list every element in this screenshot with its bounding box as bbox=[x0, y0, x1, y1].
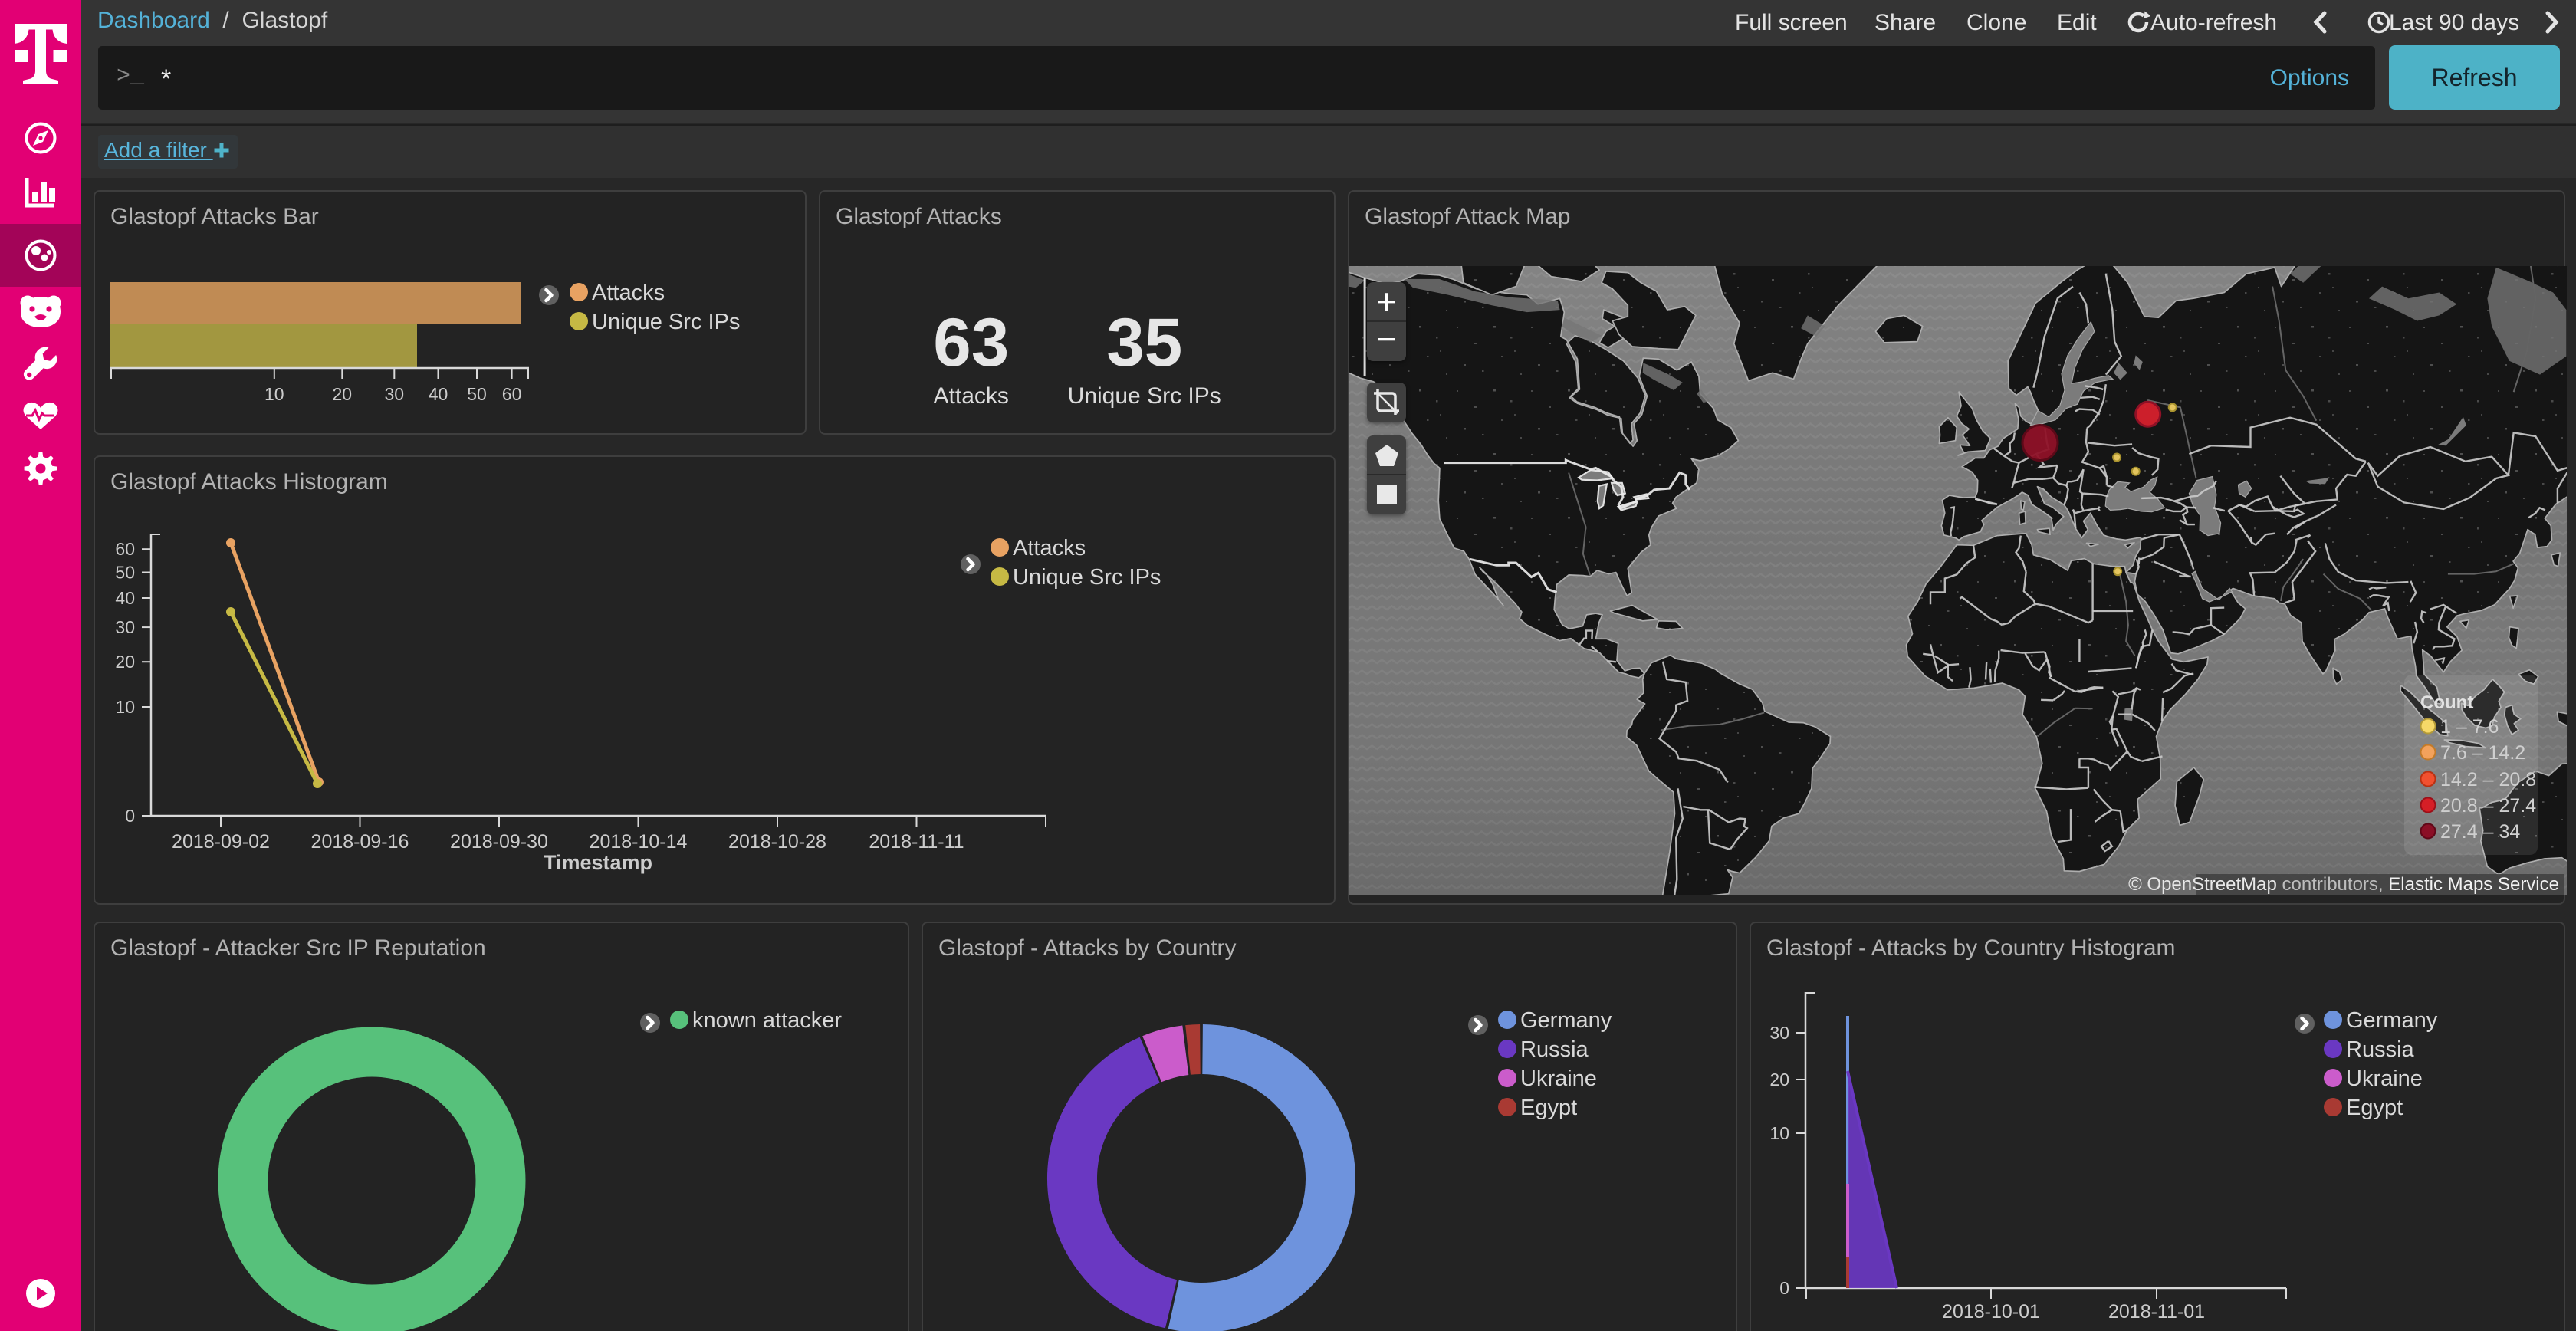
svg-text:27.4 – 34: 27.4 – 34 bbox=[2440, 821, 2520, 843]
svg-text:© OpenStreetMap contributors,: © OpenStreetMap contributors, Elastic Ma… bbox=[2128, 874, 2559, 895]
svg-text:Germany: Germany bbox=[1520, 1008, 1612, 1033]
svg-text:10: 10 bbox=[1769, 1123, 1789, 1143]
svg-text:30: 30 bbox=[1769, 1023, 1789, 1043]
svg-text:30: 30 bbox=[115, 617, 135, 637]
svg-text:40: 40 bbox=[429, 384, 449, 404]
svg-text:20.8 – 27.4: 20.8 – 27.4 bbox=[2440, 795, 2536, 817]
svg-text:2018-10-01: 2018-10-01 bbox=[1942, 1301, 2040, 1323]
svg-text:Unique Src IPs: Unique Src IPs bbox=[1013, 565, 1161, 590]
svg-text:Ukraine: Ukraine bbox=[1520, 1066, 1597, 1091]
svg-text:Ukraine: Ukraine bbox=[2346, 1066, 2423, 1091]
svg-text:7.6 – 14.2: 7.6 – 14.2 bbox=[2440, 742, 2525, 764]
svg-text:2018-09-16: 2018-09-16 bbox=[311, 831, 409, 853]
svg-text:14.2 – 20.8: 14.2 – 20.8 bbox=[2440, 769, 2536, 790]
svg-text:60: 60 bbox=[502, 384, 522, 404]
svg-text:0: 0 bbox=[125, 806, 135, 826]
svg-text:50: 50 bbox=[115, 563, 135, 583]
svg-text:Germany: Germany bbox=[2346, 1008, 2438, 1033]
svg-text:60: 60 bbox=[115, 539, 135, 559]
svg-text:Attacks: Attacks bbox=[592, 281, 665, 305]
svg-text:2018-09-02: 2018-09-02 bbox=[172, 831, 270, 853]
svg-text:0: 0 bbox=[1779, 1278, 1789, 1298]
svg-text:1 – 7.6: 1 – 7.6 bbox=[2440, 716, 2499, 738]
svg-text:2018-10-28: 2018-10-28 bbox=[728, 831, 826, 853]
svg-text:Russia: Russia bbox=[2346, 1037, 2415, 1062]
svg-text:20: 20 bbox=[333, 384, 353, 404]
svg-text:2018-10-14: 2018-10-14 bbox=[590, 831, 688, 853]
svg-text:Egypt: Egypt bbox=[2346, 1096, 2403, 1120]
svg-text:40: 40 bbox=[115, 588, 135, 608]
svg-text:2018-09-30: 2018-09-30 bbox=[450, 831, 548, 853]
svg-text:Russia: Russia bbox=[1520, 1037, 1589, 1062]
svg-text:Egypt: Egypt bbox=[1520, 1096, 1577, 1120]
svg-text:10: 10 bbox=[115, 697, 135, 717]
svg-text:10: 10 bbox=[264, 384, 284, 404]
svg-text:Timestamp: Timestamp bbox=[544, 851, 652, 874]
svg-text:Count: Count bbox=[2420, 692, 2473, 713]
svg-text:Unique Src IPs: Unique Src IPs bbox=[592, 310, 740, 334]
svg-text:2018-11-11: 2018-11-11 bbox=[869, 831, 964, 853]
svg-text:30: 30 bbox=[385, 384, 405, 404]
svg-text:Attacks: Attacks bbox=[1013, 536, 1086, 560]
svg-text:20: 20 bbox=[1769, 1070, 1789, 1089]
svg-text:2018-11-01: 2018-11-01 bbox=[2108, 1301, 2205, 1323]
svg-text:50: 50 bbox=[467, 384, 487, 404]
svg-text:20: 20 bbox=[115, 652, 135, 672]
svg-text:known attacker: known attacker bbox=[692, 1008, 842, 1033]
